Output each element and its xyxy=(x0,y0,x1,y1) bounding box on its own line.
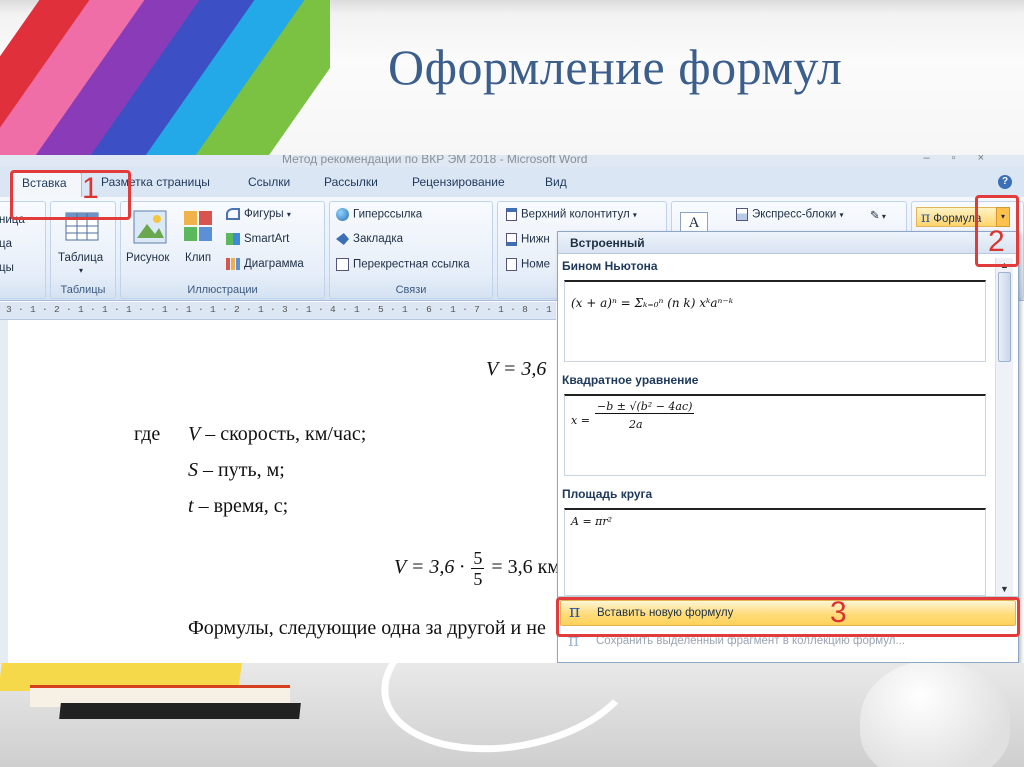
def-v: V – скорость, км/час; xyxy=(188,423,367,445)
picture-button[interactable]: Рисунок xyxy=(126,252,169,264)
pages-item-3[interactable]: цы xyxy=(0,262,14,274)
group-links: Гиперссылка Закладка Перекрестная ссылка… xyxy=(329,201,493,299)
def-t: t – время, с; xyxy=(188,495,289,517)
tab-mailings[interactable]: Рассылки xyxy=(324,175,378,189)
clip-button[interactable]: Клип xyxy=(185,252,211,264)
scroll-thumb[interactable] xyxy=(998,272,1011,362)
express-blocks-icon xyxy=(736,208,748,221)
paragraph-text: Формулы, следующие одна за другой и не xyxy=(188,617,546,639)
gallery-item-binomial[interactable]: (x + a)ⁿ = Σₖ₌₀ⁿ (n k) xᵏaⁿ⁻ᵏ xyxy=(564,280,986,362)
group-label-tables: Таблицы xyxy=(60,284,106,296)
item-title-quadratic: Квадратное уравнение xyxy=(562,373,699,387)
left-margin xyxy=(0,320,8,663)
scroll-down-icon[interactable]: ▼ xyxy=(1000,584,1009,594)
decorative-stripes xyxy=(0,0,330,160)
title-bar: Метод рекомендации по ВКР ЭМ 2018 - Micr… xyxy=(0,155,1024,167)
callout-3-number: 3 xyxy=(830,596,847,629)
window-title: Метод рекомендации по ВКР ЭМ 2018 - Micr… xyxy=(282,155,588,166)
page-number-button[interactable]: Номе xyxy=(506,258,550,271)
where-label: где xyxy=(134,423,161,445)
tab-view[interactable]: Вид xyxy=(545,175,567,189)
pi-icon: π xyxy=(921,210,931,226)
help-icon[interactable]: ? xyxy=(998,175,1012,189)
group-label-illustrations: Иллюстрации xyxy=(187,284,258,296)
bookmark-icon xyxy=(336,233,349,245)
pages-item-2[interactable]: ца xyxy=(0,238,12,250)
crossref-icon xyxy=(336,258,349,271)
quadratic-lhs: x = xyxy=(571,414,590,427)
document-page[interactable]: V = 3,6 где V – скорость, км/час; S – пу… xyxy=(8,320,566,663)
group-label-links: Связи xyxy=(395,284,427,296)
callout-2-number: 2 xyxy=(988,225,1005,258)
word-window: Метод рекомендации по ВКР ЭМ 2018 - Micr… xyxy=(0,155,1024,663)
gallery-item-circle[interactable]: A = πr² xyxy=(564,508,986,596)
footer-icon xyxy=(506,233,517,246)
chart-icon xyxy=(226,258,240,270)
picture-icon xyxy=(133,210,167,244)
ruler[interactable]: 3 · 1 · 2 · 1 · 1 · 1 · · 1 · 1 · 1 · 2 … xyxy=(0,302,696,320)
gallery-item-quadratic[interactable]: x = −b ± √(b² − 4ac) 2a xyxy=(564,394,986,476)
tab-references[interactable]: Ссылки xyxy=(248,175,290,189)
footer-button[interactable]: Нижн xyxy=(506,233,550,246)
formula-2: V = 3,6 · 55 = 3,6 км/ xyxy=(394,548,566,589)
signature-icon[interactable]: ✎ ▾ xyxy=(870,208,886,222)
item-title-binomial: Бином Ньютона xyxy=(562,259,658,273)
header-icon xyxy=(506,208,517,221)
gallery-header: Встроенный xyxy=(558,232,1018,254)
quadratic-numerator: −b ± √(b² − 4ac) xyxy=(595,400,695,414)
slide-title: Оформление формул xyxy=(388,39,843,95)
group-illustrations: Рисунок Клип Фигуры ▾ SmartArt Диаграмма… xyxy=(120,201,325,299)
smartart-icon xyxy=(226,233,240,245)
binomial-formula: (x + a)ⁿ = Σₖ₌₀ⁿ (n k) xᵏaⁿ⁻ᵏ xyxy=(571,296,734,310)
item-title-circle: Площадь круга xyxy=(562,487,653,501)
decorative-books xyxy=(0,655,330,730)
fraction: 55 xyxy=(471,548,485,589)
callout-1-frame xyxy=(10,170,131,220)
quadratic-denominator: 2a xyxy=(629,418,643,431)
def-s: S – путь, м; xyxy=(188,459,285,481)
gallery-scrollbar[interactable]: ▲ ▼ xyxy=(995,258,1013,596)
callout-1-number: 1 xyxy=(82,172,99,205)
crossref-button[interactable]: Перекрестная ссылка xyxy=(336,258,470,271)
express-blocks-button[interactable]: Экспресс-блоки ▾ xyxy=(736,208,844,221)
chart-button[interactable]: Диаграмма xyxy=(226,258,304,270)
header-button[interactable]: Верхний колонтитул ▾ xyxy=(506,208,637,221)
table-dropdown-icon[interactable]: ▾ xyxy=(79,266,83,275)
tab-review[interactable]: Рецензирование xyxy=(412,175,505,189)
shapes-button[interactable]: Фигуры ▾ xyxy=(226,208,291,220)
callout-3-frame xyxy=(556,597,1020,637)
ribbon-tabs: Вставка Разметка страницы Ссылки Рассылк… xyxy=(0,167,1024,197)
hyperlink-button[interactable]: Гиперссылка xyxy=(336,208,422,221)
bookmark-button[interactable]: Закладка xyxy=(336,233,403,245)
clipart-icon xyxy=(184,211,212,241)
page-number-icon xyxy=(506,258,517,271)
table-button[interactable]: Таблица xyxy=(58,252,103,264)
shapes-icon xyxy=(226,208,240,220)
smartart-button[interactable]: SmartArt xyxy=(226,233,289,245)
circle-formula: A = πr² xyxy=(571,515,613,528)
formula-velocity: V = 3,6 xyxy=(486,358,547,380)
globe-icon xyxy=(336,208,349,221)
window-controls[interactable]: –▫× xyxy=(924,155,1006,164)
